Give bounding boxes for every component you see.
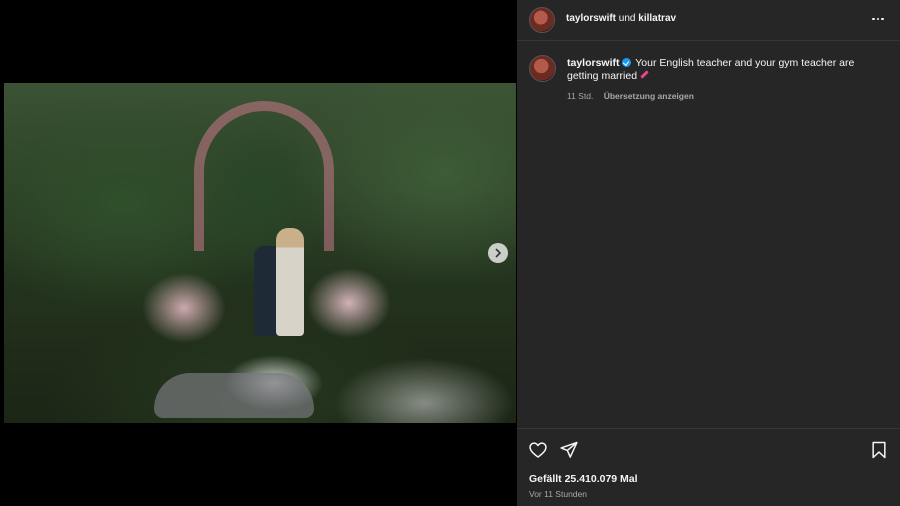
- post-sidebar: taylorswift und killatrav taylorswift Yo…: [517, 0, 900, 506]
- next-image-button[interactable]: [488, 243, 508, 263]
- media-pane: [0, 0, 517, 506]
- caption-text: taylorswift Your English teacher and you…: [567, 57, 877, 83]
- pen-icon: [640, 70, 649, 79]
- author-username[interactable]: taylorswift: [566, 13, 616, 24]
- caption-username[interactable]: taylorswift: [567, 57, 620, 69]
- post-photo[interactable]: [4, 83, 516, 423]
- more-options-icon: [872, 17, 875, 21]
- caption-avatar[interactable]: [529, 55, 556, 82]
- author-avatar[interactable]: [529, 7, 555, 33]
- caption-block: taylorswift Your English teacher and you…: [517, 40, 900, 101]
- chevron-right-icon: [495, 248, 502, 258]
- share-icon: [560, 441, 578, 458]
- woman-figure: [276, 228, 304, 336]
- post-header: taylorswift und killatrav: [517, 0, 900, 40]
- couple-figure: [254, 228, 309, 338]
- save-button[interactable]: [869, 440, 889, 460]
- caption-meta: 11 Std. Übersetzung anzeigen: [567, 91, 694, 101]
- save-icon: [872, 441, 886, 459]
- coauthor-username[interactable]: killatrav: [638, 13, 676, 24]
- share-button[interactable]: [559, 440, 579, 460]
- more-options-button[interactable]: [870, 12, 886, 26]
- translate-link[interactable]: Übersetzung anzeigen: [604, 91, 694, 101]
- likes-count[interactable]: Gefällt 25.410.079 Mal: [529, 473, 638, 485]
- verified-icon: [621, 58, 631, 67]
- action-bar: [517, 440, 900, 462]
- like-button[interactable]: [528, 440, 548, 460]
- caption-age: 11 Std.: [567, 91, 594, 101]
- heart-icon: [529, 442, 547, 458]
- author-names: taylorswift und killatrav: [566, 13, 676, 24]
- post-timestamp[interactable]: Vor 11 Stunden: [529, 489, 587, 499]
- author-joiner: und: [618, 13, 636, 24]
- garden-stones: [154, 373, 314, 418]
- actions-divider: [517, 428, 900, 429]
